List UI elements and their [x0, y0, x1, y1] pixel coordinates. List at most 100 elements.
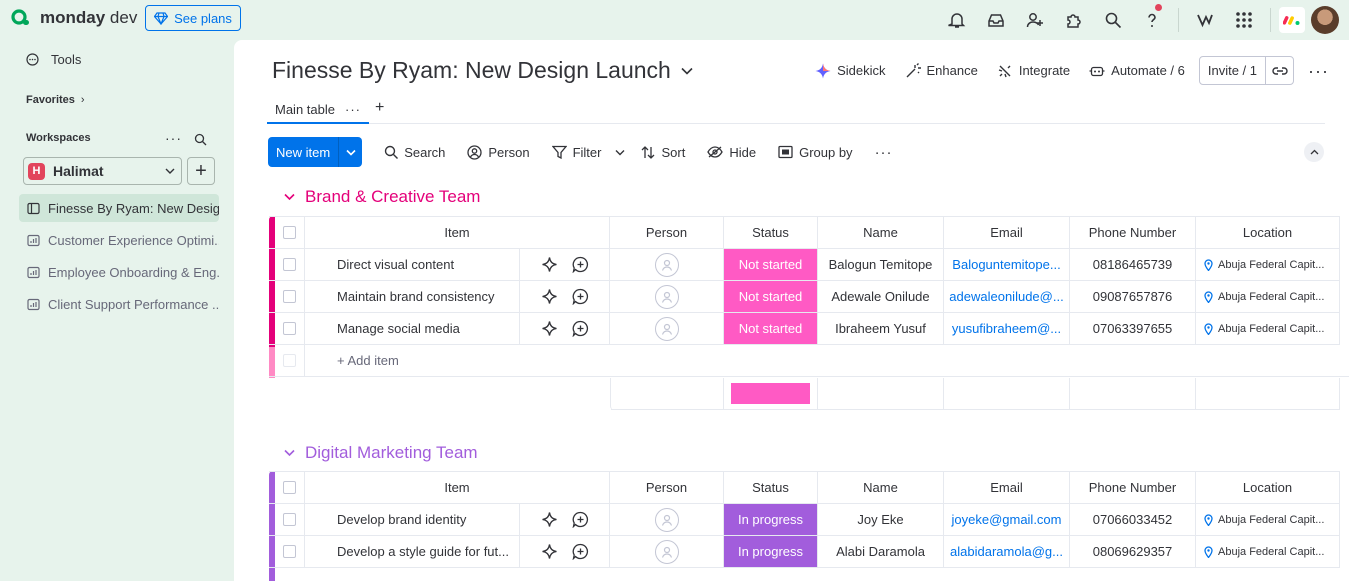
column-header-item[interactable]: Item — [305, 217, 610, 249]
phone-cell[interactable]: 08069629357 — [1070, 536, 1196, 568]
status-summary[interactable] — [724, 378, 818, 410]
person-cell[interactable] — [610, 249, 724, 281]
board-title[interactable]: Finesse By Ryam: New Design Launch — [272, 57, 693, 84]
column-header-phone[interactable]: Phone Number — [1070, 472, 1196, 504]
invite-button[interactable]: Invite / 1 — [1198, 56, 1295, 85]
column-header-status[interactable]: Status — [724, 217, 818, 249]
name-cell[interactable]: Balogun Temitope — [818, 249, 944, 281]
add-update-icon[interactable] — [572, 288, 589, 305]
column-header-location[interactable]: Location — [1196, 217, 1340, 249]
person-cell[interactable] — [610, 536, 724, 568]
email-cell[interactable]: yusufibraheem@... — [944, 313, 1070, 345]
name-cell[interactable]: Ibraheem Yusuf — [818, 313, 944, 345]
phone-cell[interactable]: 09087657876 — [1070, 281, 1196, 313]
row-checkbox[interactable] — [275, 504, 305, 536]
item-cell[interactable]: Develop a style guide for fut... — [305, 536, 520, 568]
name-cell[interactable]: Joy Eke — [818, 504, 944, 536]
toolbar-more-icon[interactable]: ··· — [875, 144, 893, 161]
email-cell[interactable]: joyeke@gmail.com — [944, 504, 1070, 536]
location-cell[interactable]: Abuja Federal Capit... — [1196, 536, 1340, 568]
column-header-person[interactable]: Person — [610, 472, 724, 504]
add-update-icon[interactable] — [572, 511, 589, 528]
person-cell[interactable] — [610, 504, 724, 536]
sidebar-board-finesse[interactable]: Finesse By Ryam: New Desig... — [19, 194, 219, 222]
chevron-down-icon[interactable] — [338, 137, 362, 167]
column-header-item[interactable]: Item — [305, 472, 610, 504]
group-title-brand-creative[interactable]: Brand & Creative Team — [284, 187, 480, 207]
user-avatar[interactable] — [1311, 6, 1339, 34]
see-plans-button[interactable]: See plans — [145, 5, 241, 31]
vibe-icon[interactable] — [1192, 7, 1218, 33]
tab-more-icon[interactable]: ··· — [345, 102, 361, 117]
column-header-email[interactable]: Email — [944, 217, 1070, 249]
add-update-icon[interactable] — [572, 320, 589, 337]
name-cell[interactable]: Alabi Daramola — [818, 536, 944, 568]
column-header-phone[interactable]: Phone Number — [1070, 217, 1196, 249]
add-view-button[interactable]: + — [375, 99, 384, 117]
chevron-down-icon[interactable] — [284, 193, 295, 201]
ai-sparkle-icon[interactable] — [541, 511, 558, 528]
favorites-section[interactable]: Favorites › — [26, 94, 240, 106]
collapse-header-button[interactable] — [1304, 142, 1324, 162]
ai-sparkle-icon[interactable] — [541, 256, 558, 273]
status-cell[interactable]: In progress — [724, 504, 818, 536]
column-header-name[interactable]: Name — [818, 472, 944, 504]
select-all-checkbox[interactable] — [275, 217, 305, 249]
email-cell[interactable]: alabidaramola@g... — [944, 536, 1070, 568]
column-header-person[interactable]: Person — [610, 217, 724, 249]
automate-button[interactable]: Automate / 6 — [1089, 63, 1185, 79]
person-cell[interactable] — [610, 313, 724, 345]
person-filter-button[interactable]: Person — [467, 145, 530, 160]
integrate-button[interactable]: Integrate — [997, 63, 1070, 79]
ai-sparkle-icon[interactable] — [541, 320, 558, 337]
item-cell[interactable]: Manage social media — [305, 313, 520, 345]
add-item-row[interactable]: + Add item — [269, 345, 1349, 377]
grid-icon[interactable] — [1231, 7, 1257, 33]
location-cell[interactable]: Abuja Federal Capit... — [1196, 281, 1340, 313]
group-by-button[interactable]: Group by — [778, 145, 853, 160]
row-checkbox[interactable] — [275, 249, 305, 281]
ai-sparkle-icon[interactable] — [541, 543, 558, 560]
monday-logo[interactable]: monday dev — [10, 8, 137, 28]
column-header-name[interactable]: Name — [818, 217, 944, 249]
sidebar-board-client-support[interactable]: Client Support Performance ... — [19, 290, 219, 318]
select-all-checkbox[interactable] — [275, 472, 305, 504]
ai-sparkle-icon[interactable] — [541, 288, 558, 305]
chevron-down-icon[interactable] — [615, 149, 625, 156]
location-cell[interactable]: Abuja Federal Capit... — [1196, 504, 1340, 536]
tab-main-table[interactable]: Main table ··· — [267, 96, 369, 124]
apps-icon[interactable] — [1061, 7, 1087, 33]
phone-cell[interactable]: 08186465739 — [1070, 249, 1196, 281]
group-title-digital-marketing[interactable]: Digital Marketing Team — [284, 443, 478, 463]
sidekick-button[interactable]: Sidekick — [815, 63, 886, 79]
table-row[interactable]: Develop a style guide for fut... In prog… — [269, 536, 1340, 568]
add-item-input[interactable]: + Add item — [305, 345, 1349, 377]
workspace-search-icon[interactable] — [194, 133, 207, 146]
copy-link-icon[interactable] — [1265, 57, 1293, 84]
hide-button[interactable]: Hide — [707, 145, 756, 160]
workspace-selector[interactable]: H Halimat — [23, 157, 182, 185]
enhance-button[interactable]: Enhance — [905, 62, 978, 79]
search-icon[interactable] — [1100, 7, 1126, 33]
column-header-status[interactable]: Status — [724, 472, 818, 504]
table-row[interactable]: Develop brand identity In progress Joy E… — [269, 504, 1340, 536]
person-cell[interactable] — [610, 281, 724, 313]
table-row[interactable]: Maintain brand consistency Not started A… — [269, 281, 1340, 313]
status-cell[interactable]: Not started — [724, 249, 818, 281]
add-update-icon[interactable] — [572, 256, 589, 273]
search-button[interactable]: Search — [384, 145, 445, 160]
more-options-icon[interactable]: ··· — [1308, 62, 1329, 80]
row-checkbox[interactable] — [275, 536, 305, 568]
column-header-email[interactable]: Email — [944, 472, 1070, 504]
column-header-location[interactable]: Location — [1196, 472, 1340, 504]
invite-members-icon[interactable] — [1022, 7, 1048, 33]
bell-icon[interactable] — [944, 7, 970, 33]
name-cell[interactable]: Adewale Onilude — [818, 281, 944, 313]
item-cell[interactable]: Maintain brand consistency — [305, 281, 520, 313]
sort-button[interactable]: Sort — [641, 145, 685, 160]
workspaces-more-icon[interactable]: ··· — [165, 130, 182, 146]
sidebar-board-employee-onboarding[interactable]: Employee Onboarding & Eng... — [19, 258, 219, 286]
row-checkbox[interactable] — [275, 313, 305, 345]
help-icon[interactable] — [1139, 4, 1165, 33]
chevron-down-icon[interactable] — [284, 449, 295, 457]
